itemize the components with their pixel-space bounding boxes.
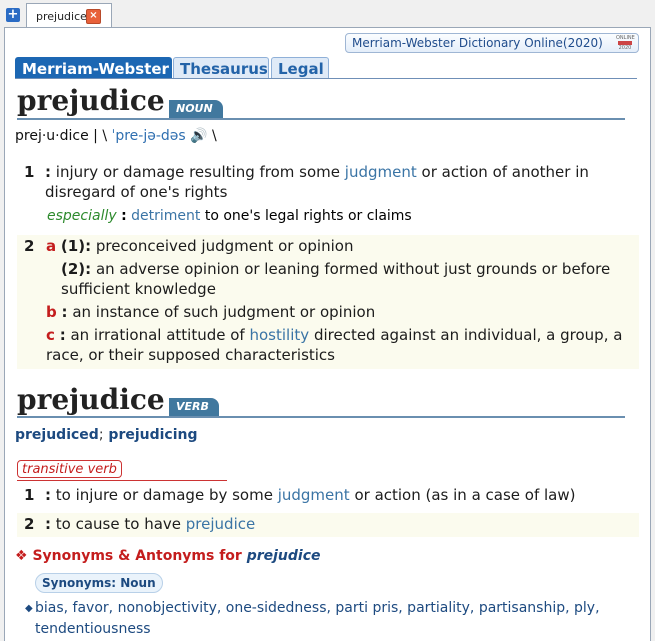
headword-rule-2 bbox=[17, 416, 625, 418]
tab-legal[interactable]: Legal bbox=[271, 57, 329, 79]
speaker-icon[interactable]: 🔊 bbox=[190, 128, 207, 144]
link-judgment-2[interactable]: judgment bbox=[278, 486, 350, 504]
tab-divider bbox=[15, 78, 637, 79]
link-detriment[interactable]: detriment bbox=[131, 208, 200, 224]
separator: | bbox=[93, 128, 98, 144]
link-judgment[interactable]: judgment bbox=[345, 163, 417, 181]
sense-1-num: 1 bbox=[24, 163, 35, 181]
sense-2a-line1: a (1): preconceived judgment or opinion bbox=[46, 237, 354, 255]
tab-label: prejudice bbox=[36, 10, 87, 23]
tab-thesaurus[interactable]: Thesaurus bbox=[173, 57, 269, 79]
ipa: ˈpre-jə-dəs bbox=[111, 128, 186, 144]
link-prejudice[interactable]: prejudice bbox=[186, 515, 255, 533]
synonyms-noun-pill[interactable]: Synonyms: Noun bbox=[35, 573, 163, 593]
inflection-present: prejudicing bbox=[108, 427, 198, 443]
pron-open: \ bbox=[102, 128, 108, 144]
link-hostility[interactable]: hostility bbox=[250, 326, 310, 344]
verb-sense-2-text: : to cause to have prejudice bbox=[45, 515, 256, 533]
verb-type-label: transitive verb bbox=[17, 460, 122, 478]
close-icon[interactable]: × bbox=[86, 9, 101, 24]
inflection-past: prejudiced bbox=[15, 427, 99, 443]
synonyms-heading: ❖ Synonyms & Antonyms for prejudice bbox=[15, 548, 321, 564]
plus-icon[interactable]: + bbox=[6, 8, 20, 22]
calendar-badge-icon: ONLINE 2020 bbox=[616, 35, 635, 51]
verb-type-rule bbox=[17, 480, 227, 481]
verb-sense-2-num: 2 bbox=[24, 515, 35, 533]
sense-1-text: : injury or damage resulting from some j… bbox=[45, 163, 589, 201]
synonyms-list: ◆ bias, favor, nonobjectivity, one-sided… bbox=[25, 600, 600, 637]
headword-verb: prejudice bbox=[17, 383, 165, 416]
tab-prejudice[interactable]: prejudice × bbox=[26, 3, 112, 28]
tab-merriam-webster[interactable]: Merriam-Webster bbox=[15, 57, 172, 79]
tab-bar: + prejudice × bbox=[0, 0, 655, 28]
bullet-diamond-icon: ◆ bbox=[25, 603, 33, 614]
syllables: prej·u·dice bbox=[15, 128, 89, 144]
verb-sense-1-num: 1 bbox=[24, 486, 35, 504]
headword-noun: prejudice bbox=[17, 84, 165, 117]
inflections: prejudiced; prejudicing bbox=[15, 427, 198, 443]
pron-close: \ bbox=[212, 128, 217, 144]
especially-line: especially : detriment to one's legal ri… bbox=[47, 208, 412, 224]
headword-rule bbox=[17, 118, 625, 120]
pos-tag-noun: NOUN bbox=[169, 100, 223, 118]
sense-2b: b : an instance of such judgment or opin… bbox=[46, 303, 376, 321]
dictionary-source-button[interactable]: Merriam-Webster Dictionary Online(2020) … bbox=[345, 33, 639, 53]
source-label: Merriam-Webster Dictionary Online(2020) bbox=[352, 36, 603, 50]
sense-2a-line2: (2): an adverse opinion or leaning forme… bbox=[61, 260, 611, 298]
pos-tag-verb: VERB bbox=[169, 398, 219, 416]
dictionary-panel: Merriam-Webster Dictionary Online(2020) … bbox=[4, 27, 651, 641]
diamond-cluster-icon: ❖ bbox=[15, 548, 28, 564]
sense-2c: c : an irrational attitude of hostility … bbox=[46, 326, 623, 364]
verb-sense-1-text: : to injure or damage by some judgment o… bbox=[45, 486, 576, 504]
pronunciation: prej·u·dice | \ ˈpre-jə-dəs 🔊 \ bbox=[15, 128, 217, 144]
sense-2-num: 2 bbox=[24, 237, 35, 255]
